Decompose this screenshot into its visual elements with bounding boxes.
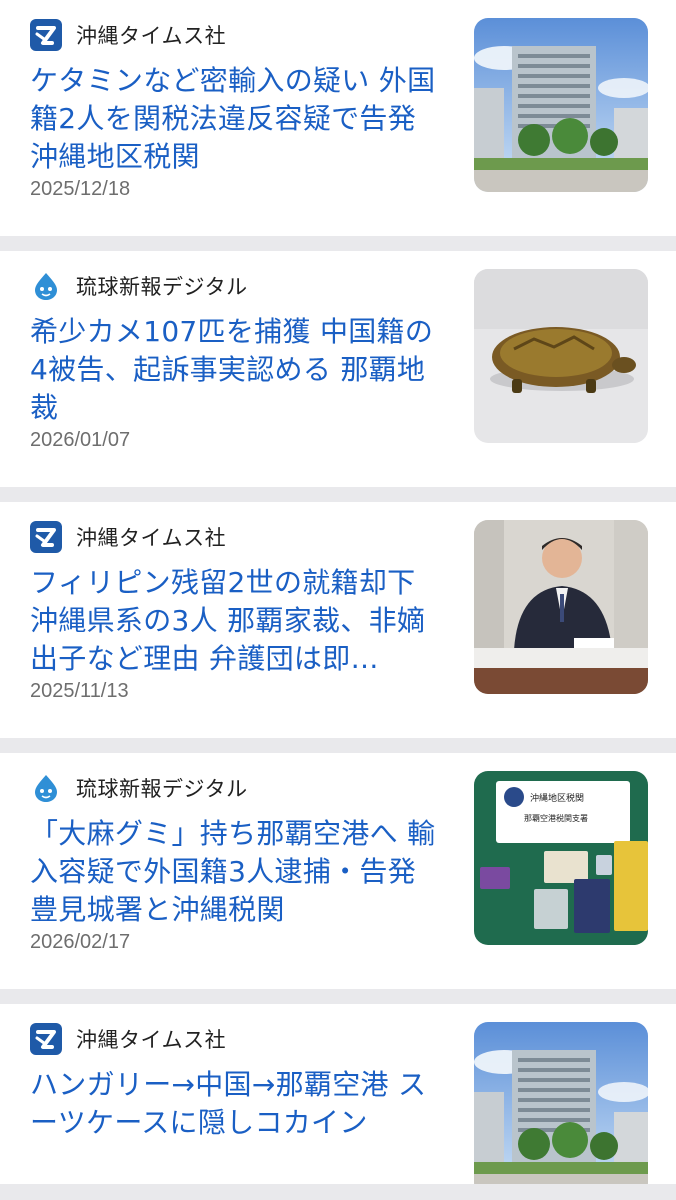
source-name: 琉球新報デジタル [76,275,248,299]
article-date: 2025/12/18 [30,178,131,200]
ryukyu-shimpo-logo-icon [30,772,62,804]
thumbnail-image[interactable] [474,269,648,443]
article-date: 2025/11/13 [30,680,129,702]
article-date: 2026/02/17 [30,931,131,953]
thumbnail-image[interactable] [474,1022,648,1184]
news-source: 琉球新報デジタル [30,771,248,805]
news-card[interactable]: 沖縄タイムス社 ケタミンなど密輸入の疑い 外国籍2人を関税法違反容疑で告発 沖縄… [0,0,676,236]
okinawa-times-logo-icon [30,19,62,51]
article-date: 2026/01/07 [30,429,131,451]
news-card[interactable]: 琉球新報デジタル 「大麻グミ」持ち那覇空港へ 輸入容疑で外国籍3人逮捕・告発 豊… [0,753,676,989]
article-title-link[interactable]: 「大麻グミ」持ち那覇空港へ 輸入容疑で外国籍3人逮捕・告発 豊見城署と沖縄税関 [30,815,450,929]
okinawa-times-logo-icon [30,1023,62,1055]
news-feed: 沖縄タイムス社 ケタミンなど密輸入の疑い 外国籍2人を関税法違反容疑で告発 沖縄… [0,0,676,1184]
article-title-link[interactable]: ケタミンなど密輸入の疑い 外国籍2人を関税法違反容疑で告発 沖縄地区税関 [30,62,450,176]
thumbnail-image[interactable] [474,520,648,694]
source-name: 沖縄タイムス社 [76,526,227,550]
news-card[interactable]: 沖縄タイムス社 フィリピン残留2世の就籍却下 沖縄県系の3人 那覇家裁、非嫡出子… [0,502,676,738]
source-name: 沖縄タイムス社 [76,24,227,48]
thumbnail-image[interactable]: 沖縄地区税関 那覇空港税関支署 [474,771,648,945]
news-card[interactable]: 琉球新報デジタル 希少カメ107匹を捕獲 中国籍の4被告、起訴事実認める 那覇地… [0,251,676,487]
news-source: 沖縄タイムス社 [30,520,226,554]
article-title-link[interactable]: 希少カメ107匹を捕獲 中国籍の4被告、起訴事実認める 那覇地裁 [30,313,450,427]
article-title-link[interactable]: ハンガリー→中国→那覇空港 スーツケースに隠しコカイン [30,1066,450,1142]
sign-text-line1: 沖縄地区税関 [530,792,584,804]
thumbnail-image[interactable] [474,18,648,192]
source-name: 沖縄タイムス社 [76,1028,227,1052]
news-source: 沖縄タイムス社 [30,1022,226,1056]
sign-text-line2: 那覇空港税関支署 [524,813,588,823]
news-card[interactable]: 沖縄タイムス社 ハンガリー→中国→那覇空港 スーツケースに隠しコカイン [0,1004,676,1184]
article-title-link[interactable]: フィリピン残留2世の就籍却下 沖縄県系の3人 那覇家裁、非嫡出子など理由 弁護団… [30,564,450,678]
okinawa-times-logo-icon [30,521,62,553]
news-source: 沖縄タイムス社 [30,18,226,52]
ryukyu-shimpo-logo-icon [30,270,62,302]
news-source: 琉球新報デジタル [30,269,248,303]
source-name: 琉球新報デジタル [76,777,248,801]
